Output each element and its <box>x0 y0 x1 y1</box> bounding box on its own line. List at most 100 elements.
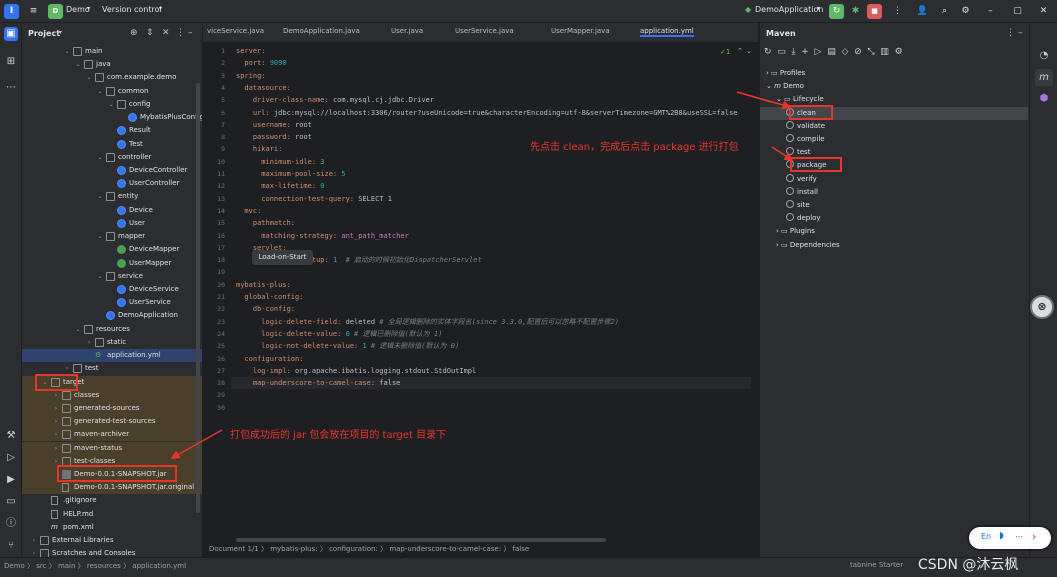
editor-tab[interactable]: UserMapper.java <box>551 27 610 35</box>
code-line[interactable]: hikari: <box>236 143 283 155</box>
language-label[interactable]: En <box>981 532 991 541</box>
tree-item[interactable]: › generated-test-sources <box>22 415 202 429</box>
tabnine-status[interactable]: tabnine Starter <box>850 561 903 569</box>
skip-tests-icon[interactable]: ⊘ <box>854 47 862 57</box>
code-line[interactable]: maximum-pool-size: 5 <box>236 168 345 180</box>
tree-item[interactable]: Result <box>22 124 202 137</box>
code-line[interactable]: port: 9090 <box>236 57 286 69</box>
chevron-right-icon[interactable]: › <box>30 534 38 547</box>
tree-item[interactable]: ⌄ com.example.demo <box>22 71 202 84</box>
chevron-right-icon[interactable]: › <box>1032 530 1036 543</box>
maven-tree-item[interactable]: › ▭ Plugins <box>776 225 815 238</box>
services-icon[interactable]: ▷ <box>4 451 18 465</box>
stop-icon[interactable]: ■ <box>867 4 882 19</box>
code-line[interactable]: url: jdbc:mysql://localhost:3306/router?… <box>236 107 738 119</box>
hide-icon[interactable]: – <box>1018 28 1023 38</box>
maven-tree-item[interactable]: deploy <box>786 212 821 225</box>
code-line[interactable]: matching-strategy: ant_path_matcher <box>236 230 409 242</box>
tree-item[interactable]: User <box>22 217 202 230</box>
chevron-right-icon[interactable]: › <box>52 402 60 415</box>
add-folder-icon[interactable]: ▭ <box>777 47 786 57</box>
options-icon[interactable]: ⋮ <box>1006 28 1015 38</box>
chevron-right-icon[interactable]: › <box>52 428 60 441</box>
options-icon[interactable]: ⋮ <box>176 28 185 38</box>
chevron-down-icon[interactable]: ⌄ <box>85 71 93 84</box>
chevron-down-icon[interactable]: ⌄ <box>107 98 115 111</box>
settings-icon[interactable]: ⚙ <box>895 47 903 57</box>
run-icon[interactable]: ▷ <box>815 47 822 57</box>
chevron-down-icon[interactable]: ⌄ <box>766 82 774 90</box>
chevron-down-icon[interactable]: ⌄ <box>96 270 104 283</box>
tree-item[interactable]: ⌄ common <box>22 85 202 98</box>
tree-item[interactable]: ⌄ java <box>22 58 202 71</box>
toggle-mode-icon[interactable]: ◇ <box>841 47 848 57</box>
chevron-down-icon[interactable]: ⌄ <box>776 95 784 103</box>
tree-item[interactable]: Test <box>22 138 202 151</box>
tab-label[interactable]: DemoApplication.java <box>283 27 360 35</box>
maven-tree-item[interactable]: install <box>786 186 818 199</box>
tree-item[interactable]: DeviceMapper <box>22 243 202 256</box>
locate-icon[interactable]: ⊕ <box>130 28 138 38</box>
maven-tool-icon[interactable]: m <box>1035 69 1053 86</box>
code-line[interactable]: driver-class-name: com.mysql.cj.jdbc.Dri… <box>236 94 434 106</box>
code-line[interactable]: logic-not-delete-value: 1 # 逻辑未删除值(默认为 0… <box>236 340 459 352</box>
tree-item[interactable]: .gitignore <box>22 494 202 507</box>
language-widget[interactable]: En ◗ ⋯ › <box>969 527 1051 549</box>
run-config-selector[interactable]: DemoApplication <box>755 5 823 14</box>
tree-scrollbar[interactable] <box>196 83 200 513</box>
add-user-icon[interactable]: 👤 <box>915 4 930 19</box>
breadcrumb-item[interactable]: Document 1/1 <box>209 545 259 553</box>
code-line[interactable]: configuration: <box>236 353 303 365</box>
tree-item[interactable]: ⌄ config <box>22 98 202 111</box>
tree-item[interactable]: ⌄ controller <box>22 151 202 164</box>
chevron-right-icon[interactable]: › <box>52 415 60 428</box>
more-actions-icon[interactable]: ⋮ <box>890 4 905 19</box>
more-tools-icon[interactable]: ⋯ <box>4 81 18 95</box>
chevron-right-icon[interactable]: › <box>85 336 93 349</box>
run-config-icon[interactable]: ▤ <box>827 47 836 57</box>
tree-item[interactable]: DeviceService <box>22 283 202 296</box>
tree-item[interactable]: MybatisPlusConfig <box>22 111 202 124</box>
collapse-icon[interactable]: ⤡ <box>867 47 874 57</box>
code-line[interactable]: logic-delete-value: 0 # 逻辑已删除值(默认为 1) <box>236 328 442 340</box>
status-path-item[interactable]: src <box>36 562 46 570</box>
tree-item[interactable]: DemoApplication <box>22 309 202 322</box>
status-path-item[interactable]: resources <box>87 562 121 570</box>
tree-item[interactable]: UserService <box>22 296 202 309</box>
tree-item[interactable]: m pom.xml <box>22 521 202 534</box>
tree-item[interactable]: › maven-archiver <box>22 428 202 442</box>
floating-assistant-icon[interactable]: ⊗ <box>1030 295 1054 319</box>
chevron-down-icon[interactable]: ⌄ <box>74 323 82 336</box>
code-line[interactable]: db-config: <box>236 303 295 315</box>
chevron-down-icon[interactable]: ⌄ <box>74 58 82 71</box>
chevron-down-icon[interactable]: ⌄ <box>96 151 104 164</box>
code-line[interactable]: pathmatch: <box>236 217 295 229</box>
run-tool-icon[interactable]: ▶ <box>4 473 18 487</box>
project-tool-icon[interactable]: ▣ <box>4 27 18 41</box>
tree-item[interactable]: Device <box>22 204 202 217</box>
minimize-icon[interactable]: – <box>983 4 998 19</box>
dots-icon[interactable]: ⋯ <box>1015 532 1023 541</box>
debug-icon[interactable]: ✱ <box>848 4 863 19</box>
version-control-menu[interactable]: Version control <box>102 5 162 14</box>
editor-tab[interactable]: User.java <box>391 27 423 35</box>
chevron-down-icon[interactable]: ⌄ <box>96 230 104 243</box>
tree-item[interactable]: ⌄ service <box>22 270 202 283</box>
gear-icon[interactable]: ⚙ <box>958 4 973 19</box>
code-line[interactable]: max-lifetime: 0 <box>236 180 324 192</box>
maven-tree-item[interactable]: › ▭ Profiles <box>766 67 805 80</box>
chevron-down-icon[interactable]: ⌄ <box>96 190 104 203</box>
code-line[interactable]: mvc: <box>236 205 261 217</box>
tab-label[interactable]: viceService.java <box>207 27 264 35</box>
tree-item[interactable]: DeviceController <box>22 164 202 177</box>
tab-label[interactable]: UserMapper.java <box>551 27 610 35</box>
code-area[interactable]: server: port: 9090 spring: datasource: dr… <box>203 45 758 525</box>
chevron-down-icon[interactable]: ⌄ <box>96 85 104 98</box>
tab-label[interactable]: UserService.java <box>455 27 514 35</box>
tree-item[interactable]: ⌄ mapper <box>22 230 202 243</box>
tree-item[interactable]: Demo-0.0.1-SNAPSHOT.jar.original <box>22 481 202 495</box>
maven-tree-item[interactable]: site <box>786 199 810 212</box>
build-icon[interactable]: ⚒ <box>4 429 18 443</box>
breadcrumb-item[interactable]: configuration: <box>329 545 378 553</box>
structure-tool-icon[interactable]: ⊞ <box>4 55 18 69</box>
